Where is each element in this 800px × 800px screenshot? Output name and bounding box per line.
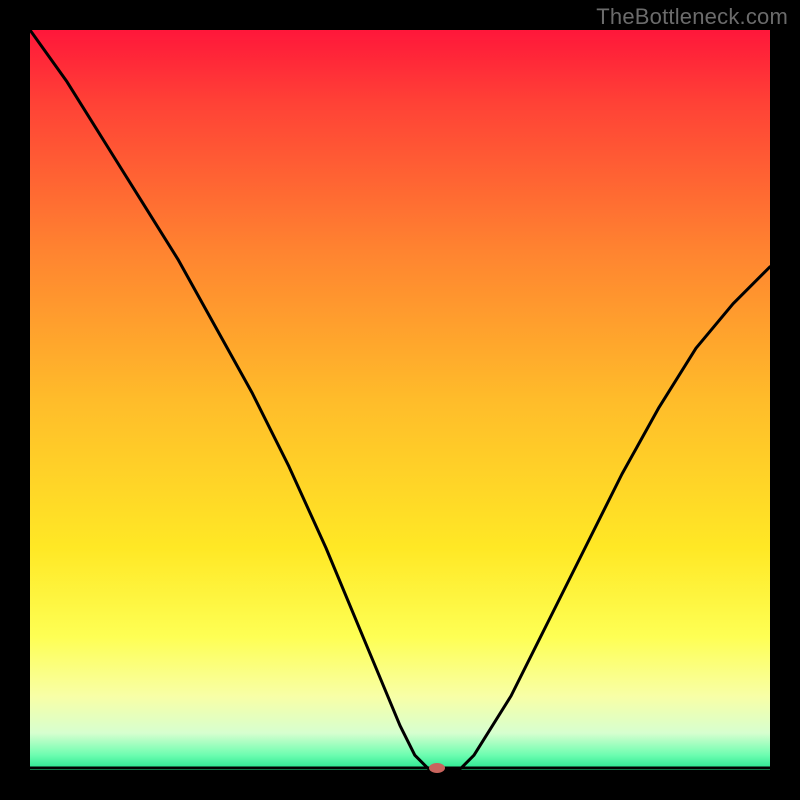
plot-area bbox=[30, 30, 770, 770]
watermark-text: TheBottleneck.com bbox=[596, 4, 788, 30]
chart-svg bbox=[30, 30, 770, 770]
min-marker bbox=[429, 763, 445, 773]
bottleneck-curve bbox=[30, 30, 770, 770]
chart-frame: TheBottleneck.com bbox=[0, 0, 800, 800]
